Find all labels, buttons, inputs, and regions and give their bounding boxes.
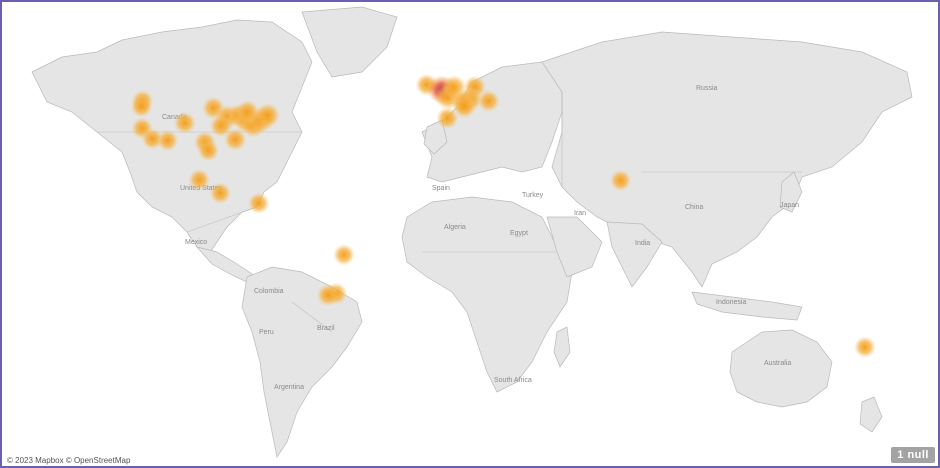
label-south-africa: South Africa (494, 377, 532, 384)
heat-mark-guatemala[interactable] (209, 182, 232, 204)
label-turkey: Turkey (522, 192, 544, 199)
label-peru: Peru (259, 329, 274, 336)
map-frame[interactable]: Canada United States Mexico Colombia Per… (0, 0, 940, 468)
label-spain: Spain (432, 185, 450, 192)
label-australia: Australia (764, 360, 791, 367)
heat-mark-boston[interactable] (255, 103, 281, 128)
label-indonesia: Indonesia (716, 299, 746, 306)
land-indonesia (691, 291, 803, 321)
label-brazil: Brazil (317, 325, 335, 332)
heat-mark-christchurch[interactable] (854, 336, 876, 358)
landmasses (31, 6, 913, 458)
land-australia (729, 329, 833, 408)
heat-mark-recife[interactable] (333, 244, 355, 266)
land-africa (401, 196, 573, 393)
label-egypt: Egypt (510, 230, 528, 237)
label-china: China (685, 204, 703, 211)
land-central-america (195, 246, 253, 283)
heat-mark-portland[interactable] (130, 95, 153, 118)
label-colombia: Colombia (254, 288, 284, 295)
land-new-zealand (859, 396, 883, 433)
label-argentina: Argentina (274, 384, 304, 391)
heat-mark-sao-paulo[interactable] (316, 284, 339, 307)
label-japan: Japan (780, 202, 799, 209)
land-greenland (301, 6, 398, 78)
label-russia: Russia (696, 85, 718, 92)
label-iran: Iran (574, 210, 586, 217)
heat-mark-mumbai[interactable] (609, 169, 632, 192)
heat-mark-houston[interactable] (197, 139, 220, 162)
heat-mark-phoenix[interactable] (156, 129, 179, 152)
heat-mark-toronto[interactable] (235, 99, 260, 124)
heat-mark-budapest[interactable] (477, 89, 500, 113)
label-mexico: Mexico (185, 239, 207, 246)
heat-mark-mexico-city[interactable] (188, 168, 210, 191)
world-map[interactable]: Canada United States Mexico Colombia Per… (2, 2, 938, 466)
heat-mark-barranquilla[interactable] (247, 192, 270, 214)
map-attribution[interactable]: © 2023 Mapbox © OpenStreetMap (7, 456, 130, 465)
land-madagascar (553, 326, 571, 368)
null-indicator-badge[interactable]: 1 null (891, 447, 935, 463)
label-india: India (635, 240, 650, 247)
heat-mark-milan[interactable] (452, 94, 477, 119)
label-algeria: Algeria (444, 224, 466, 231)
heat-mark-denver[interactable] (173, 111, 196, 134)
